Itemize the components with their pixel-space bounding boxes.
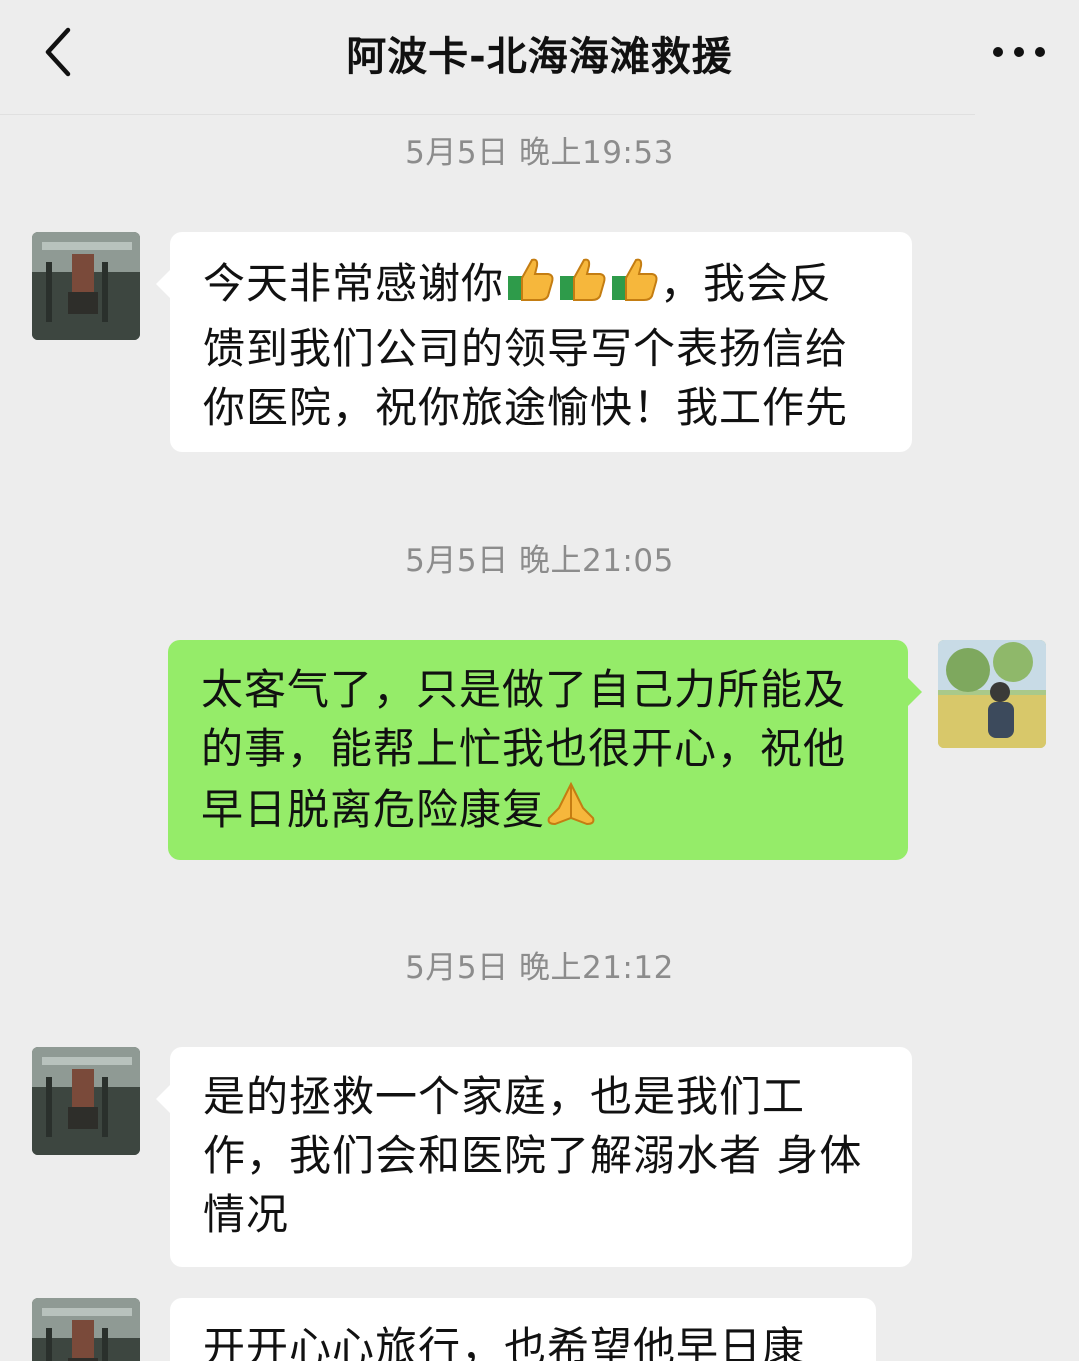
message-bubble-received[interactable]: 今天非常感谢你 ，我会反 馈到我们公司的领导写个表扬信给 你医院，祝你旅途愉快！我… xyxy=(156,232,912,452)
message-timestamp: 5月5日 晚上21:12 xyxy=(405,950,674,986)
more-dots-icon xyxy=(993,47,1045,57)
chat-screen: 阿波卡-北海海滩救援 5月5日 晚上19:53 今天非常感谢你 ，我会反 馈到我们… xyxy=(0,0,1079,1361)
contact-avatar[interactable] xyxy=(32,1047,140,1155)
more-button[interactable] xyxy=(989,24,1049,80)
message-line: 馈到我们公司的领导写个表扬信给 xyxy=(203,324,849,373)
message-bubble-received[interactable]: 是的拯救一个家庭，也是我们工 作，我们会和医院了解溺水者 身体 情况 xyxy=(156,1047,912,1267)
chat-header: 阿波卡-北海海滩救援 xyxy=(0,0,1079,106)
message-line: 是的拯救一个家庭，也是我们工 xyxy=(203,1072,806,1121)
message-timestamp: 5月5日 晚上19:53 xyxy=(405,135,674,171)
contact-avatar[interactable] xyxy=(32,1298,140,1361)
message-line: 作，我们会和医院了解溺水者 身体 xyxy=(203,1131,863,1180)
message-line: 的事，能帮上忙我也很开心，祝他 xyxy=(201,724,847,773)
folded-hands-icon xyxy=(545,778,597,845)
message-line: 早日脱离危险康复 xyxy=(201,778,876,845)
message-line: 太客气了，只是做了自己力所能及 xyxy=(201,665,847,714)
contact-avatar[interactable] xyxy=(32,232,140,340)
thumbs-up-icon xyxy=(608,252,660,319)
message-bubble-received[interactable]: 开开心心旅行，也希望他早日康 xyxy=(170,1298,876,1361)
thumbs-up-icon xyxy=(556,252,608,319)
back-button[interactable] xyxy=(30,24,86,80)
message-line: 你医院，祝你旅途愉快！我工作先 xyxy=(203,383,849,432)
chevron-left-icon xyxy=(45,27,71,77)
message-line: 今天非常感谢你 ，我会反 xyxy=(203,252,880,319)
message-line: 情况 xyxy=(203,1190,290,1239)
self-avatar[interactable] xyxy=(938,640,1046,748)
message-bubble-sent[interactable]: 太客气了，只是做了自己力所能及 的事，能帮上忙我也很开心，祝他 早日脱离危险康复 xyxy=(168,640,922,860)
message-timestamp: 5月5日 晚上21:05 xyxy=(405,543,674,579)
header-divider xyxy=(0,114,975,115)
thumbs-up-icon xyxy=(504,252,556,319)
chat-title: 阿波卡-北海海滩救援 xyxy=(346,34,733,80)
message-line: 开开心心旅行，也希望他早日康 xyxy=(203,1323,806,1361)
